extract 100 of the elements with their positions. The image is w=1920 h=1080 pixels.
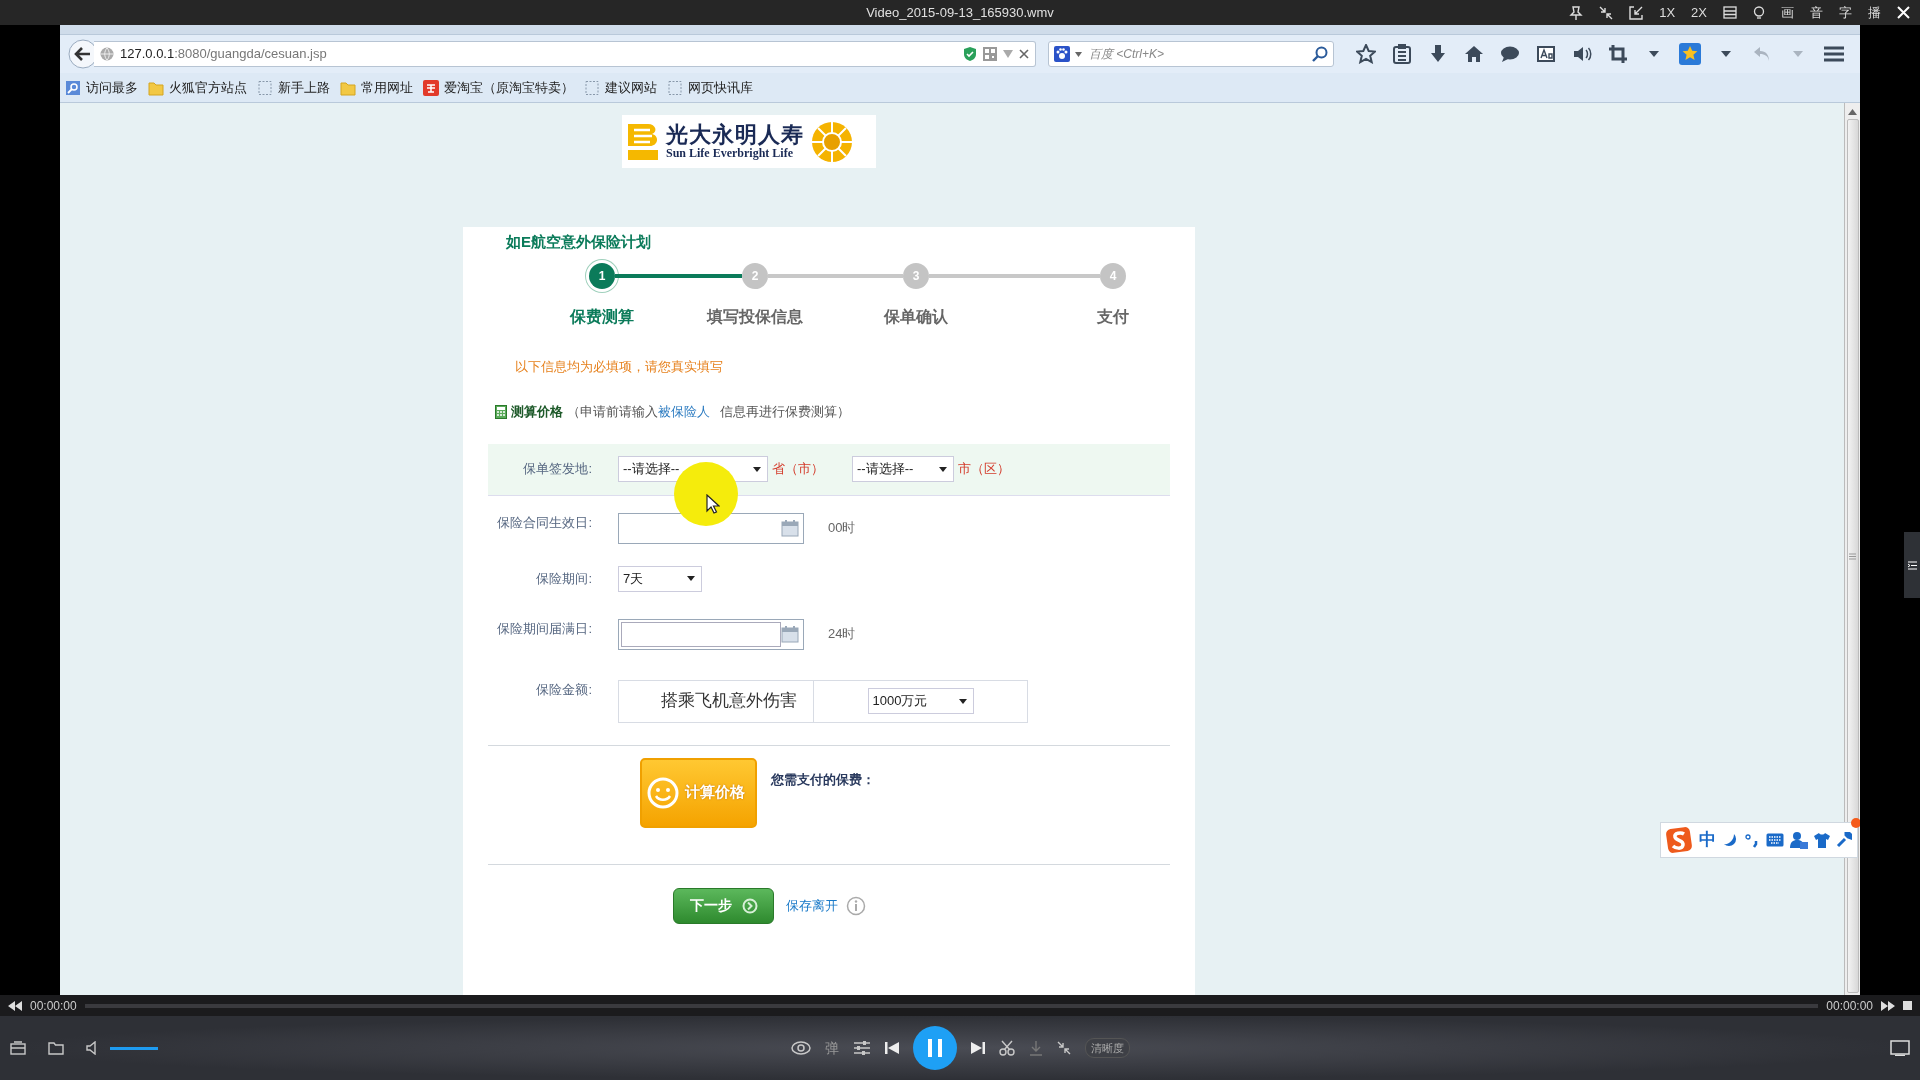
select-field[interactable]: --请选择--: [852, 456, 954, 482]
eye-icon[interactable]: [790, 1041, 811, 1055]
step-label: 填写投保信息: [707, 306, 803, 327]
dropdown-icon[interactable]: [1074, 51, 1082, 57]
wrench-icon[interactable]: [1836, 832, 1852, 848]
keyboard-icon[interactable]: [1766, 833, 1784, 847]
page-icon: [257, 79, 273, 96]
previous-icon[interactable]: [884, 1041, 899, 1055]
box-icon[interactable]: [10, 1041, 26, 1055]
next-icon[interactable]: [970, 1041, 985, 1055]
volume-slider[interactable]: [110, 1046, 158, 1050]
bookmark-link[interactable]: 新手上路: [257, 77, 330, 98]
next-circle-icon: [741, 897, 758, 914]
star-badge-icon[interactable]: [1679, 43, 1701, 65]
date-field[interactable]: [618, 618, 804, 650]
bookmark-link[interactable]: 访问最多: [65, 77, 138, 98]
menu-button[interactable]: 字: [1839, 6, 1852, 19]
reader-icon[interactable]: [1536, 45, 1556, 63]
s-logo-icon[interactable]: [1665, 826, 1693, 854]
equalizer-icon[interactable]: [852, 1040, 871, 1056]
qr-code-icon[interactable]: [982, 47, 997, 61]
progress-track[interactable]: [84, 1003, 1819, 1008]
url-field[interactable]: 127.0.0.1:8080/guangda/cesuan.jsp: [94, 41, 1036, 67]
field-label: 保单签发地:: [522, 460, 592, 479]
scrollbar-thumb[interactable]: [1846, 119, 1859, 993]
folder-icon: [148, 79, 164, 96]
smart-folder-icon: [65, 79, 81, 96]
close-icon[interactable]: [1897, 6, 1910, 19]
scissors-icon[interactable]: [998, 1040, 1015, 1056]
save-link[interactable]: 保存离开: [786, 895, 838, 916]
resize-icon[interactable]: [1629, 5, 1644, 20]
bookmark-link[interactable]: 火狐官方站点: [148, 77, 247, 98]
time-label: 00:00:00: [1826, 997, 1873, 1015]
menu-button[interactable]: 画: [1781, 6, 1794, 19]
menu-button[interactable]: 音: [1810, 6, 1823, 19]
search-box[interactable]: 百度 <Ctrl+K>: [1047, 41, 1334, 67]
download-icon[interactable]: [1430, 44, 1446, 64]
dropdown-icon[interactable]: [1721, 51, 1731, 57]
caret-icon: [939, 466, 947, 472]
speed-button[interactable]: 1X: [1659, 6, 1676, 19]
logo-text: Sun Life Everbright Life: [666, 147, 794, 162]
shirt-icon[interactable]: [1814, 832, 1830, 848]
star-icon[interactable]: [1356, 44, 1376, 64]
shrink-icon[interactable]: [1599, 5, 1614, 20]
bookmark-link[interactable]: 爱淘宝（原淘宝特卖）: [423, 77, 574, 98]
date-field[interactable]: [618, 512, 804, 544]
paw-icon[interactable]: [1053, 46, 1070, 62]
bulb-icon[interactable]: [1753, 5, 1765, 20]
logo-mark-icon: [626, 121, 660, 162]
bookmark-link[interactable]: 常用网址: [340, 77, 413, 98]
punctuation-icon[interactable]: [1744, 832, 1760, 848]
shrink-icon[interactable]: [1056, 1041, 1071, 1055]
shield-icon[interactable]: [962, 46, 977, 62]
period-select[interactable]: 7天: [618, 565, 702, 592]
crop-icon[interactable]: [1608, 44, 1628, 64]
step-label: 支付: [1097, 306, 1129, 327]
list-icon[interactable]: [1723, 6, 1737, 19]
section-title: 测算价格: [511, 403, 563, 421]
menu-icon[interactable]: [1823, 45, 1845, 63]
menu-button[interactable]: 播: [1868, 6, 1881, 19]
moon-icon[interactable]: [1722, 832, 1738, 848]
clipboard-icon[interactable]: [1393, 44, 1411, 64]
pin-icon[interactable]: [1569, 5, 1584, 20]
unit-label: 省（市）: [772, 460, 824, 479]
caret-icon: [958, 698, 967, 704]
grip-icon: [1849, 552, 1856, 560]
forward-icon[interactable]: [1881, 1000, 1895, 1011]
input-mode-toggle[interactable]: 中: [1699, 827, 1716, 853]
insured-link[interactable]: 被保险人: [658, 404, 710, 419]
unit-label: 市（区）: [958, 460, 1010, 479]
speed-button[interactable]: 2X: [1691, 6, 1707, 19]
window-title: Video_2015-09-13_165930.wmv: [866, 3, 1054, 22]
bookmark-link[interactable]: 建议网站: [584, 77, 657, 98]
step-marker: 1: [589, 262, 615, 289]
section-note: （申请前请输入被保险人 信息再进行保费测算）: [567, 403, 851, 421]
page-icon: [667, 79, 683, 96]
side-panel-tab[interactable]: [1904, 532, 1920, 598]
rewind-icon[interactable]: [8, 1000, 22, 1011]
globe-icon: [100, 47, 114, 61]
user-icon[interactable]: [1790, 831, 1808, 849]
sun-globe-icon: [810, 119, 854, 164]
bookmark-link[interactable]: 网页快讯库: [667, 77, 753, 98]
folder-icon: [340, 79, 356, 96]
folder-icon[interactable]: [48, 1041, 64, 1055]
scroll-up-icon[interactable]: [1848, 109, 1857, 115]
pause-button[interactable]: [912, 1026, 957, 1070]
clear-icon[interactable]: [1018, 49, 1029, 59]
fullscreen-icon[interactable]: [1890, 1040, 1910, 1056]
premium-label: 您需支付的保费：: [771, 770, 875, 789]
field-label: 保险合同生效日:: [496, 513, 592, 532]
dropdown-icon[interactable]: [1649, 51, 1659, 57]
chat-icon[interactable]: [1500, 45, 1520, 63]
quality-button[interactable]: 清晰度: [1084, 1037, 1130, 1059]
plan-title: 如E航空意外保险计划: [506, 232, 652, 252]
caret-icon: [753, 466, 761, 472]
amount-select[interactable]: 1000万元: [867, 688, 974, 714]
home-icon[interactable]: [1464, 45, 1484, 63]
list-icon: [1907, 560, 1917, 570]
search-icon[interactable]: [1312, 46, 1328, 62]
speaker-icon[interactable]: [1572, 45, 1592, 63]
